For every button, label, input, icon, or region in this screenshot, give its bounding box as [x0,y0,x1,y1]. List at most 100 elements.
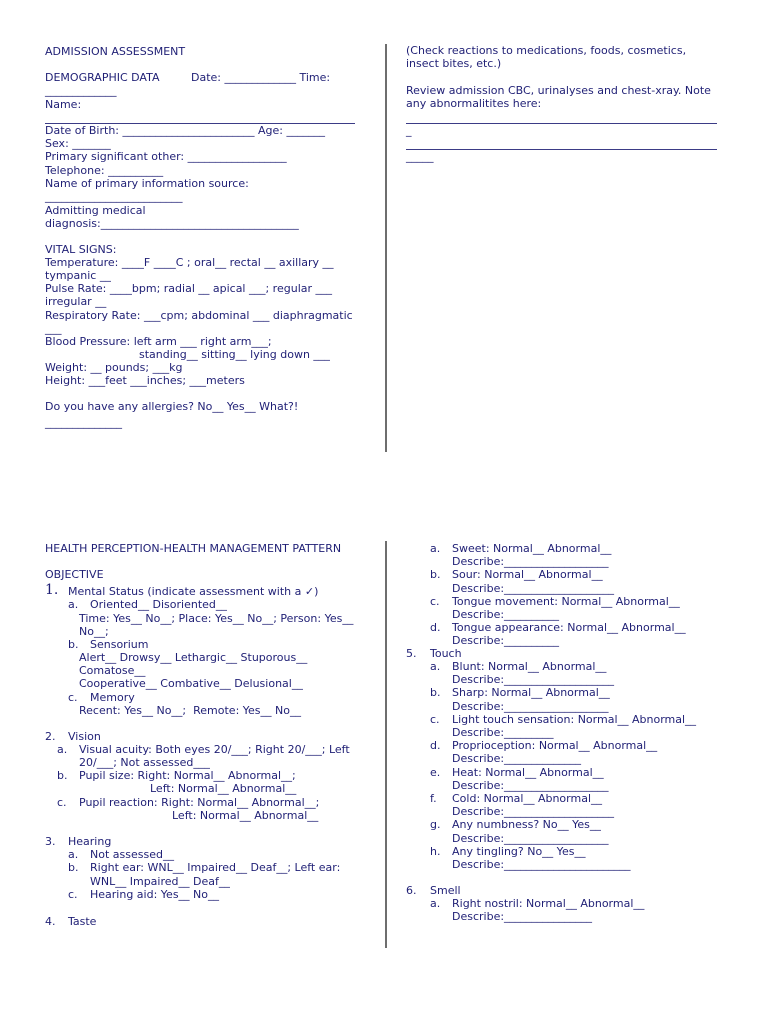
respiratory-rate-field[interactable]: Respiratory Rate: ___cpm; abdominal ___ … [45,309,353,322]
touch-f-field[interactable]: Cold: Normal__ Abnormal__ [452,792,602,805]
list-letter: c. [57,796,67,809]
admitting-diagnosis-label: Admitting medical [45,204,146,217]
orientation-detail-field[interactable]: Time: Yes__ No__; Place: Yes__ No__; Per… [79,612,353,625]
describe-field[interactable]: Describe:______________ [452,752,581,765]
abnormalities-line-2-tail[interactable]: _____ [406,150,434,163]
name-label: Name: [45,98,82,111]
list-letter: e. [430,766,441,779]
abnormalities-line-1[interactable] [406,123,717,124]
pulse-rate-field[interactable]: Pulse Rate: ____bpm; radial __ apical __… [45,282,332,295]
describe-field[interactable]: Describe:____________________ [452,673,614,686]
describe-field[interactable]: Describe:___________________ [452,779,609,792]
item-number: 3. [45,835,56,848]
taste-heading: Taste [68,915,97,928]
sensorium-alertness-field[interactable]: Alert__ Drowsy__ Lethargic__ Stuporous__ [79,651,307,664]
allergies-question[interactable]: Do you have any allergies? No__ Yes__ Wh… [45,400,298,413]
touch-h-field[interactable]: Any tingling? No__ Yes__ [452,845,585,858]
list-letter: a. [57,743,68,756]
pulse-rate-field-continued[interactable]: irregular __ [45,295,106,308]
memory-field[interactable]: Recent: Yes__ No__; Remote: Yes__ No__ [79,704,301,717]
review-labs-note: Review admission CBC, urinalyses and che… [406,84,711,97]
hearing-aid-field[interactable]: Hearing aid: Yes__ No__ [90,888,219,901]
column-divider-top [385,44,387,452]
item-number: 4. [45,915,56,928]
hearing-ears-field[interactable]: Right ear: WNL__ Impaired__ Deaf__; Left… [90,861,340,874]
abnormalities-line-2[interactable] [406,149,717,150]
document-page: ADMISSION ASSESSMENT DEMOGRAPHIC DATA Da… [0,0,768,1024]
list-letter: g. [430,818,441,831]
taste-d-field[interactable]: Tongue appearance: Normal__ Abnormal__ [452,621,686,634]
describe-field[interactable]: Describe:__________ [452,634,559,647]
taste-a-field[interactable]: Sweet: Normal__ Abnormal__ [452,542,611,555]
describe-field[interactable]: Describe:_______________________ [452,858,631,871]
describe-field[interactable]: Describe:___________________ [452,832,609,845]
describe-field[interactable]: Describe:____________________ [452,582,614,595]
orientation-field[interactable]: Oriented__ Disoriented__ [90,598,227,611]
item-number: 2. [45,730,56,743]
weight-field[interactable]: Weight: __ pounds; ___kg [45,361,182,374]
review-labs-note-continued: any abnormalitites here: [406,97,542,110]
touch-heading: Touch [430,647,462,660]
list-letter: b. [68,638,79,651]
vision-heading: Vision [68,730,101,743]
describe-field[interactable]: Describe:________________ [452,910,592,923]
check-reactions-note-continued: insect bites, etc.) [406,57,502,70]
info-source-field[interactable]: _________________________ [45,190,183,203]
significant-other-field[interactable]: Primary significant other: _____________… [45,150,287,163]
admitting-diagnosis-field[interactable]: diagnosis:______________________________… [45,217,299,230]
describe-field[interactable]: Describe:___________________ [452,555,609,568]
hearing-left-ear-field[interactable]: WNL__ Impaired__ Deaf__ [90,875,230,888]
list-letter: b. [430,686,441,699]
sensorium-behavior-field[interactable]: Cooperative__ Combative__ Delusional__ [79,677,303,690]
temperature-field[interactable]: Temperature: ____F ____C ; oral__ rectal… [45,256,334,269]
temperature-field-continued[interactable]: tympanic __ [45,269,111,282]
item-number: 1. [45,582,59,598]
list-letter: b. [57,769,68,782]
describe-field[interactable]: Describe:____________________ [452,805,614,818]
touch-d-field[interactable]: Proprioception: Normal__ Abnormal__ [452,739,657,752]
visual-acuity-field[interactable]: Visual acuity: Both eyes 20/___; Right 2… [79,743,350,756]
taste-b-field[interactable]: Sour: Normal__ Abnormal__ [452,568,603,581]
demographic-heading: DEMOGRAPHIC DATA [45,71,160,84]
touch-b-field[interactable]: Sharp: Normal__ Abnormal__ [452,686,610,699]
touch-c-field[interactable]: Light touch sensation: Normal__ Abnormal… [452,713,696,726]
pupil-reaction-right-field[interactable]: Pupil reaction: Right: Normal__ Abnormal… [79,796,319,809]
pupil-size-right-field[interactable]: Pupil size: Right: Normal__ Abnormal__; [79,769,296,782]
item-number: 6. [406,884,417,897]
taste-c-field[interactable]: Tongue movement: Normal__ Abnormal__ [452,595,680,608]
blood-pressure-field[interactable]: Blood Pressure: left arm ___ right arm__… [45,335,272,348]
date-time-field[interactable]: Date: _____________ Time: [191,71,330,84]
orientation-detail-field-continued[interactable]: No__; [79,625,109,638]
mental-status-heading: Mental Status (indicate assessment with … [68,585,319,598]
sex-field[interactable]: Sex: _______ [45,137,111,150]
abnormalities-line-1-tail[interactable]: _ [406,124,412,137]
hearing-not-assessed-field[interactable]: Not assessed__ [90,848,174,861]
pupil-size-left-field[interactable]: Left: Normal__ Abnormal__ [150,782,296,795]
touch-a-field[interactable]: Blunt: Normal__ Abnormal__ [452,660,606,673]
sensorium-heading: Sensorium [90,638,149,651]
describe-field[interactable]: Describe:___________________ [452,700,609,713]
blood-pressure-position-field[interactable]: standing__ sitting__ lying down ___ [139,348,330,361]
list-letter: a. [430,897,441,910]
list-letter: c. [430,713,440,726]
vital-signs-heading: VITAL SIGNS: [45,243,117,256]
describe-field[interactable]: Describe:__________ [452,608,559,621]
respiratory-rate-field-continued[interactable]: ___ [45,322,62,335]
info-source-label: Name of primary information source: [45,177,249,190]
telephone-field[interactable]: Telephone: __________ [45,164,163,177]
height-field[interactable]: Height: ___feet ___inches; ___meters [45,374,245,387]
list-letter: b. [430,568,441,581]
time-field-continued[interactable]: _____________ [45,84,117,97]
touch-g-field[interactable]: Any numbness? No__ Yes__ [452,818,601,831]
describe-field[interactable]: Describe:_________ [452,726,554,739]
visual-acuity-field-continued[interactable]: 20/___; Not assessed___ [79,756,210,769]
list-letter: c. [68,888,78,901]
touch-e-field[interactable]: Heat: Normal__ Abnormal__ [452,766,604,779]
sensorium-comatose-field[interactable]: Comatose__ [79,664,145,677]
smell-a-field[interactable]: Right nostril: Normal__ Abnormal__ [452,897,644,910]
pupil-reaction-left-field[interactable]: Left: Normal__ Abnormal__ [172,809,318,822]
allergies-field[interactable]: ______________ [45,416,122,429]
date-of-birth-field[interactable]: Date of Birth: ________________________ … [45,124,325,137]
column-divider-bottom [385,541,387,948]
list-letter: d. [430,621,441,634]
